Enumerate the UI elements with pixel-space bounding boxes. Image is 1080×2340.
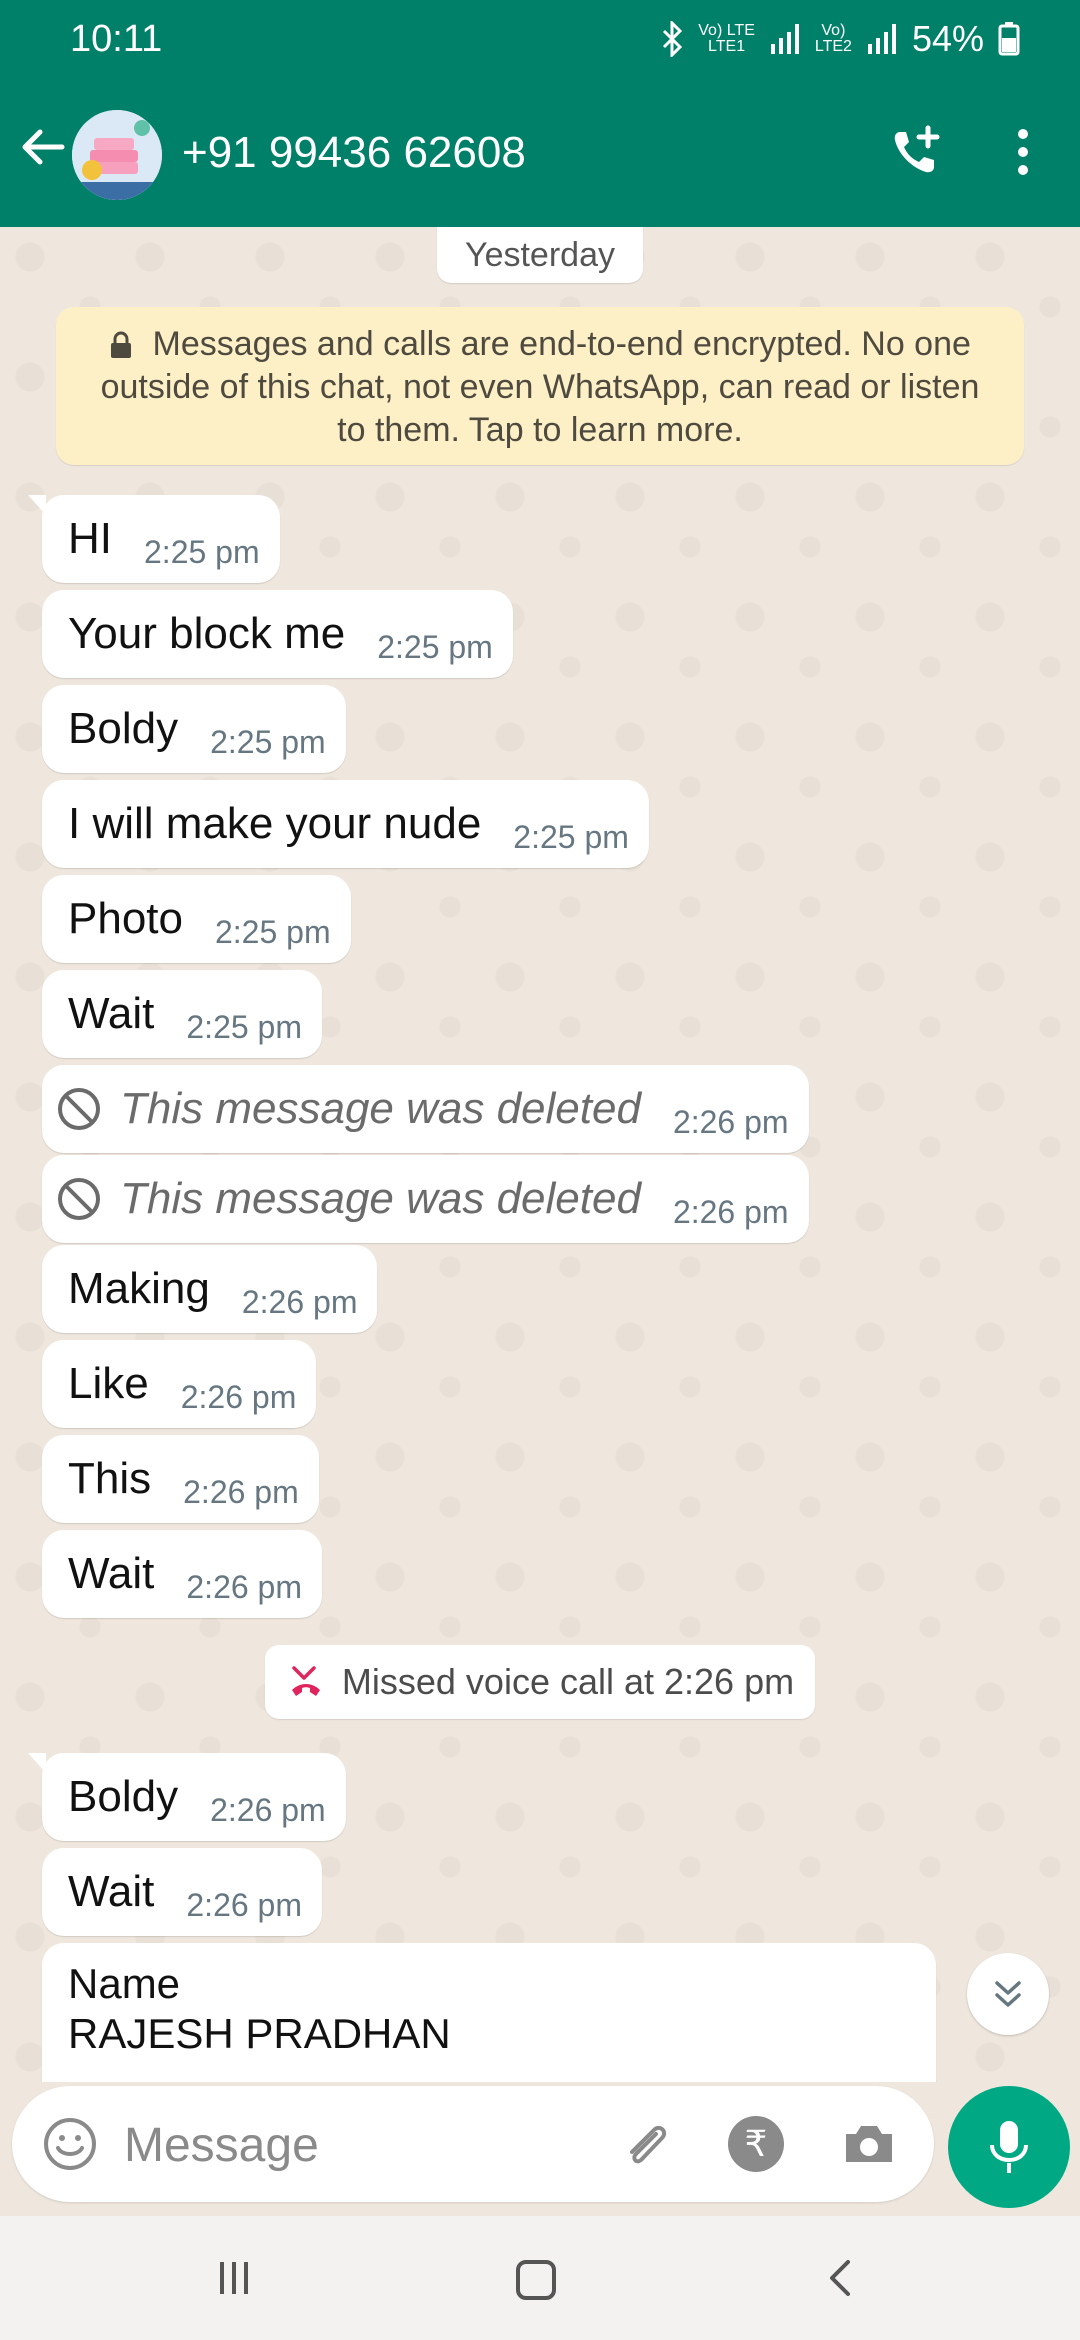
status-icons: Vo) LTE LTE1 Vo) LTE2 54% [660,18,1020,60]
signal-icon [867,24,896,54]
message-time: 2:26 pm [186,1887,302,1923]
message-bubble[interactable]: Boldy 2:26 pm [28,1753,346,1841]
multiline-message-bubble[interactable]: Name RAJESH PRADHAN [42,1943,936,2082]
message-text: HI [68,514,112,563]
message-bubble[interactable]: Wait 2:26 pm [42,1530,322,1618]
message-text: Your block me [68,609,346,658]
voice-record-button[interactable] [948,2086,1070,2208]
message-bubble[interactable]: Making 2:26 pm [42,1245,378,1333]
message-bubble[interactable]: Wait 2:25 pm [42,970,322,1058]
message-time: 2:25 pm [186,1009,302,1045]
message-time: 2:26 pm [672,1194,789,1230]
paperclip-icon[interactable] [616,2116,676,2176]
message-text: Wait [68,1867,155,1916]
battery-text: 54% [911,18,984,59]
recents-icon[interactable] [214,2258,254,2298]
message-time: 2:26 pm [180,1379,297,1415]
sim2-indicator: Vo) LTE2 [814,22,852,55]
scroll-to-bottom-button[interactable] [967,1953,1049,2035]
message-text: Making [68,1264,210,1313]
message-text: Boldy [68,704,179,753]
missed-call-text: Missed voice call at 2:26 pm [341,1661,795,1702]
message-bubble[interactable]: Like 2:26 pm [42,1340,317,1428]
message-bubble[interactable]: Your block me 2:25 pm [42,590,513,678]
payment-rupee-icon[interactable]: ₹ [728,2116,784,2172]
signal-icon [770,24,799,54]
message-line: Name [68,1960,181,2007]
message-time: 2:25 pm [210,724,326,760]
message-text: Wait [68,1549,155,1598]
message-bubble[interactable]: Wait 2:26 pm [42,1848,322,1936]
avatar[interactable] [72,110,162,200]
deleted-icon [58,1088,100,1130]
encryption-notice[interactable]: Messages and calls are end-to-end encryp… [56,307,1024,465]
message-text: Boldy [68,1772,179,1821]
message-bubble[interactable]: This 2:26 pm [42,1435,319,1523]
more-options-icon[interactable] [1010,124,1036,180]
message-text: I will make your nude [68,799,482,848]
add-call-icon[interactable] [888,124,944,180]
message-bubble[interactable]: Boldy 2:25 pm [42,685,346,773]
sim1-indicator: Vo) LTE LTE1 [698,22,755,55]
lock-icon [111,331,132,358]
message-input[interactable] [122,2108,606,2182]
message-bubble[interactable]: I will make your nude 2:25 pm [42,780,649,868]
battery-icon [998,22,1020,56]
missed-call-notice[interactable]: Missed voice call at 2:26 pm [265,1645,815,1719]
nav-back-icon[interactable] [820,2258,860,2298]
microphone-icon [990,2121,1028,2173]
emoji-icon[interactable] [40,2114,100,2174]
message-time: 2:25 pm [144,534,260,570]
deleted-message-bubble[interactable]: This message was deleted 2:26 pm [42,1065,809,1153]
message-time: 2:26 pm [186,1569,302,1605]
date-chip: Yesterday [437,227,643,283]
message-bubble[interactable]: HI 2:25 pm [28,495,280,583]
back-arrow-icon[interactable] [18,122,68,172]
message-text: Like [68,1359,149,1408]
message-time: 2:26 pm [672,1104,789,1140]
encryption-text: Messages and calls are end-to-end encryp… [100,325,980,449]
app-bar: +91 99436 62608 [0,84,1080,227]
message-bubble[interactable]: Photo 2:25 pm [42,875,351,963]
message-text: This [68,1454,152,1503]
message-time: 2:26 pm [183,1474,299,1510]
message-time: 2:26 pm [210,1792,326,1828]
status-time: 10:11 [70,18,163,60]
message-time: 2:26 pm [241,1284,358,1320]
bluetooth-icon [663,21,683,57]
status-bar: 10:11 Vo) LTE LTE1 Vo) LTE2 54% [0,0,1080,84]
message-composer: ₹ [12,2086,934,2202]
message-text: This message was deleted [120,1084,641,1133]
chat-area[interactable]: Yesterday Messages and calls are end-to-… [0,227,1080,2082]
avatar-image [72,110,162,200]
deleted-icon [58,1178,100,1220]
message-line: RAJESH PRADHAN [68,2010,451,2057]
camera-icon[interactable] [838,2114,900,2174]
missed-call-icon [291,1666,320,1696]
message-time: 2:25 pm [513,819,629,855]
deleted-message-bubble[interactable]: This message was deleted 2:26 pm [42,1155,809,1243]
message-text: This message was deleted [120,1174,641,1223]
system-nav-bar [0,2216,1080,2340]
contact-name[interactable]: +91 99436 62608 [182,128,526,178]
double-chevron-down-icon [995,1981,1021,2007]
message-time: 2:25 pm [214,914,331,950]
message-text: Wait [68,989,155,1038]
message-time: 2:25 pm [377,629,493,665]
home-icon[interactable] [514,2258,558,2302]
message-text: Photo [68,894,183,943]
